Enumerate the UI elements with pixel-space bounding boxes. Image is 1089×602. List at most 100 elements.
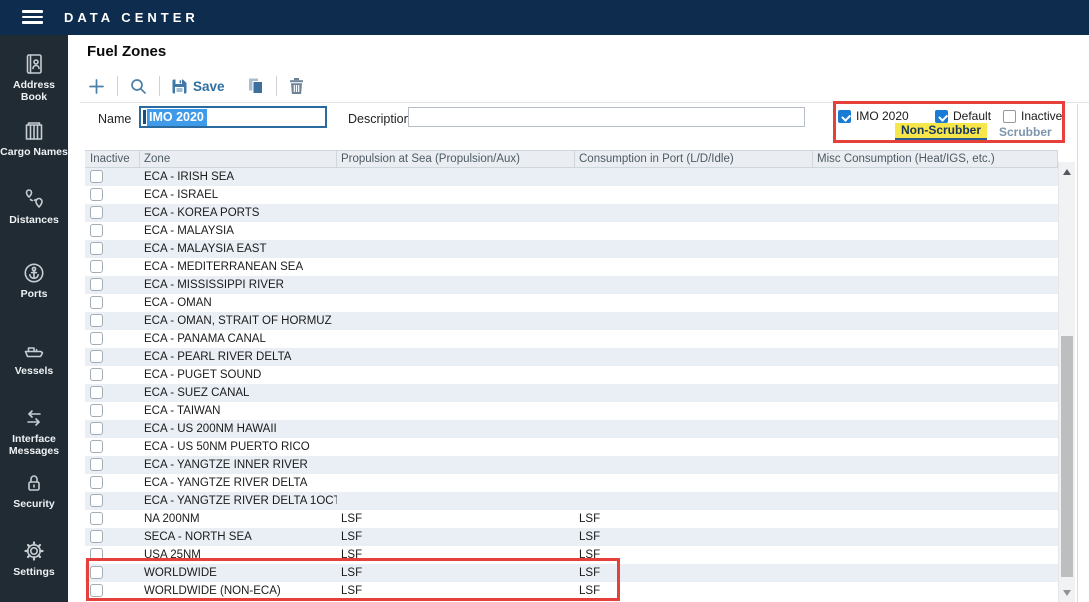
table-row[interactable]: WORLDWIDE (NON-ECA)LSFLSF [85, 582, 1058, 600]
checkbox-icon[interactable] [1003, 110, 1016, 123]
zone-table-body: ECA - IRISH SEAECA - ISRAELECA - KOREA P… [85, 168, 1058, 600]
row-inactive-checkbox[interactable] [90, 170, 103, 183]
sidebar-item-address-book[interactable]: Address Book [0, 52, 68, 103]
sidebar-item-distances[interactable]: Distances [0, 187, 68, 226]
tab-non-scrubber[interactable]: Non-Scrubber [895, 123, 987, 140]
table-row[interactable]: SECA - NORTH SEALSFLSF [85, 528, 1058, 546]
row-inactive-checkbox[interactable] [90, 404, 103, 417]
row-inactive-checkbox[interactable] [90, 350, 103, 363]
row-inactive-checkbox[interactable] [90, 188, 103, 201]
table-row[interactable]: ECA - PUGET SOUND [85, 366, 1058, 384]
sidebar-item-cargo-names[interactable]: Cargo Names [0, 119, 68, 158]
scrollbar-thumb[interactable] [1061, 336, 1073, 577]
cell-sea: LSF [337, 564, 575, 582]
sidebar-item-ports[interactable]: Ports [0, 261, 68, 300]
row-inactive-checkbox[interactable] [90, 296, 103, 309]
table-row[interactable]: ECA - MISSISSIPPI RIVER [85, 276, 1058, 294]
table-row[interactable]: ECA - PEARL RIVER DELTA [85, 348, 1058, 366]
table-row[interactable]: ECA - US 200NM HAWAII [85, 420, 1058, 438]
checkbox-icon[interactable] [935, 110, 948, 123]
add-button[interactable] [87, 77, 106, 96]
table-row[interactable]: ECA - YANGTZE RIVER DELTA [85, 474, 1058, 492]
table-row[interactable]: WORLDWIDELSFLSF [85, 564, 1058, 582]
sidebar-item-settings[interactable]: Settings [0, 539, 68, 578]
row-inactive-checkbox[interactable] [90, 440, 103, 453]
table-row[interactable]: ECA - OMAN, STRAIT OF HORMUZ [85, 312, 1058, 330]
row-inactive-checkbox[interactable] [90, 512, 103, 525]
column-header-misc[interactable]: Misc Consumption (Heat/IGS, etc.) [813, 151, 1058, 167]
row-inactive-checkbox[interactable] [90, 548, 103, 561]
hamburger-menu-icon[interactable] [22, 10, 43, 26]
sidebar-item-vessels[interactable]: Vessels [0, 338, 68, 377]
table-row[interactable]: ECA - US 50NM PUERTO RICO [85, 438, 1058, 456]
sidebar: Address Book Cargo Names Distances Ports… [0, 35, 68, 602]
cell-sea [337, 420, 575, 438]
table-row[interactable]: ECA - MALAYSIA [85, 222, 1058, 240]
table-row[interactable]: ECA - YANGTZE RIVER DELTA 1OCT [85, 492, 1058, 510]
cell-zone: ECA - YANGTZE RIVER DELTA 1OCT [140, 492, 337, 510]
table-row[interactable]: ECA - SUEZ CANAL [85, 384, 1058, 402]
column-header-propulsion[interactable]: Propulsion at Sea (Propulsion/Aux) [337, 151, 575, 167]
row-inactive-checkbox[interactable] [90, 566, 103, 579]
description-input[interactable] [408, 107, 805, 127]
row-inactive-checkbox[interactable] [90, 368, 103, 381]
table-row[interactable]: ECA - YANGTZE INNER RIVER [85, 456, 1058, 474]
cell-zone: SECA - NORTH SEA [140, 528, 337, 546]
row-inactive-checkbox[interactable] [90, 422, 103, 435]
row-inactive-checkbox[interactable] [90, 476, 103, 489]
row-inactive-checkbox[interactable] [90, 458, 103, 471]
row-inactive-checkbox[interactable] [90, 242, 103, 255]
row-inactive-checkbox[interactable] [90, 530, 103, 543]
save-button[interactable]: Save [171, 78, 225, 95]
checkbox-icon[interactable] [838, 110, 851, 123]
row-inactive-checkbox[interactable] [90, 332, 103, 345]
copy-button[interactable] [247, 77, 265, 95]
cell-misc [813, 276, 1058, 294]
row-inactive-checkbox[interactable] [90, 260, 103, 273]
cell-sea [337, 240, 575, 258]
column-header-inactive[interactable]: Inactive [85, 151, 140, 167]
cell-inactive [85, 564, 140, 582]
toolbar-divider [117, 76, 118, 96]
table-row[interactable]: ECA - PANAMA CANAL [85, 330, 1058, 348]
scroll-down-icon[interactable] [1063, 590, 1071, 596]
inactive-checkbox[interactable]: Inactive [1003, 109, 1062, 123]
imo-2020-checkbox[interactable]: IMO 2020 [838, 109, 909, 123]
row-inactive-checkbox[interactable] [90, 314, 103, 327]
scroll-up-icon[interactable] [1063, 169, 1071, 175]
row-inactive-checkbox[interactable] [90, 224, 103, 237]
table-row[interactable]: ECA - IRISH SEA [85, 168, 1058, 186]
sidebar-item-security[interactable]: Security [0, 471, 68, 510]
column-header-zone[interactable]: Zone [140, 151, 337, 167]
table-row[interactable]: ECA - TAIWAN [85, 402, 1058, 420]
row-inactive-checkbox[interactable] [90, 206, 103, 219]
delete-button[interactable] [288, 77, 305, 95]
table-row[interactable]: USA 25NMLSFLSF [85, 546, 1058, 564]
cell-port [575, 366, 813, 384]
table-row[interactable]: ECA - KOREA PORTS [85, 204, 1058, 222]
row-inactive-checkbox[interactable] [90, 278, 103, 291]
tab-scrubber[interactable]: Scrubber [999, 125, 1052, 139]
vertical-scrollbar[interactable] [1058, 162, 1075, 602]
search-button[interactable] [129, 77, 148, 96]
table-row[interactable]: ECA - MEDITERRANEAN SEA [85, 258, 1058, 276]
cell-sea [337, 168, 575, 186]
row-inactive-checkbox[interactable] [90, 386, 103, 399]
table-row[interactable]: ECA - MALAYSIA EAST [85, 240, 1058, 258]
cell-misc [813, 546, 1058, 564]
sidebar-item-interface-messages[interactable]: Interface Messages [0, 406, 68, 457]
cargo-names-icon [22, 119, 46, 143]
table-row[interactable]: ECA - OMAN [85, 294, 1058, 312]
name-input[interactable]: IMO 2020 [139, 106, 327, 128]
table-header: Inactive Zone Propulsion at Sea (Propuls… [85, 150, 1058, 168]
row-inactive-checkbox[interactable] [90, 494, 103, 507]
column-header-consumption[interactable]: Consumption in Port (L/D/Idle) [575, 151, 813, 167]
default-checkbox[interactable]: Default [935, 109, 991, 123]
cell-sea [337, 384, 575, 402]
table-row[interactable]: NA 200NMLSFLSF [85, 510, 1058, 528]
cell-port [575, 276, 813, 294]
cell-zone: ECA - MALAYSIA EAST [140, 240, 337, 258]
sidebar-item-label: Address Book [0, 79, 68, 103]
table-row[interactable]: ECA - ISRAEL [85, 186, 1058, 204]
row-inactive-checkbox[interactable] [90, 584, 103, 597]
